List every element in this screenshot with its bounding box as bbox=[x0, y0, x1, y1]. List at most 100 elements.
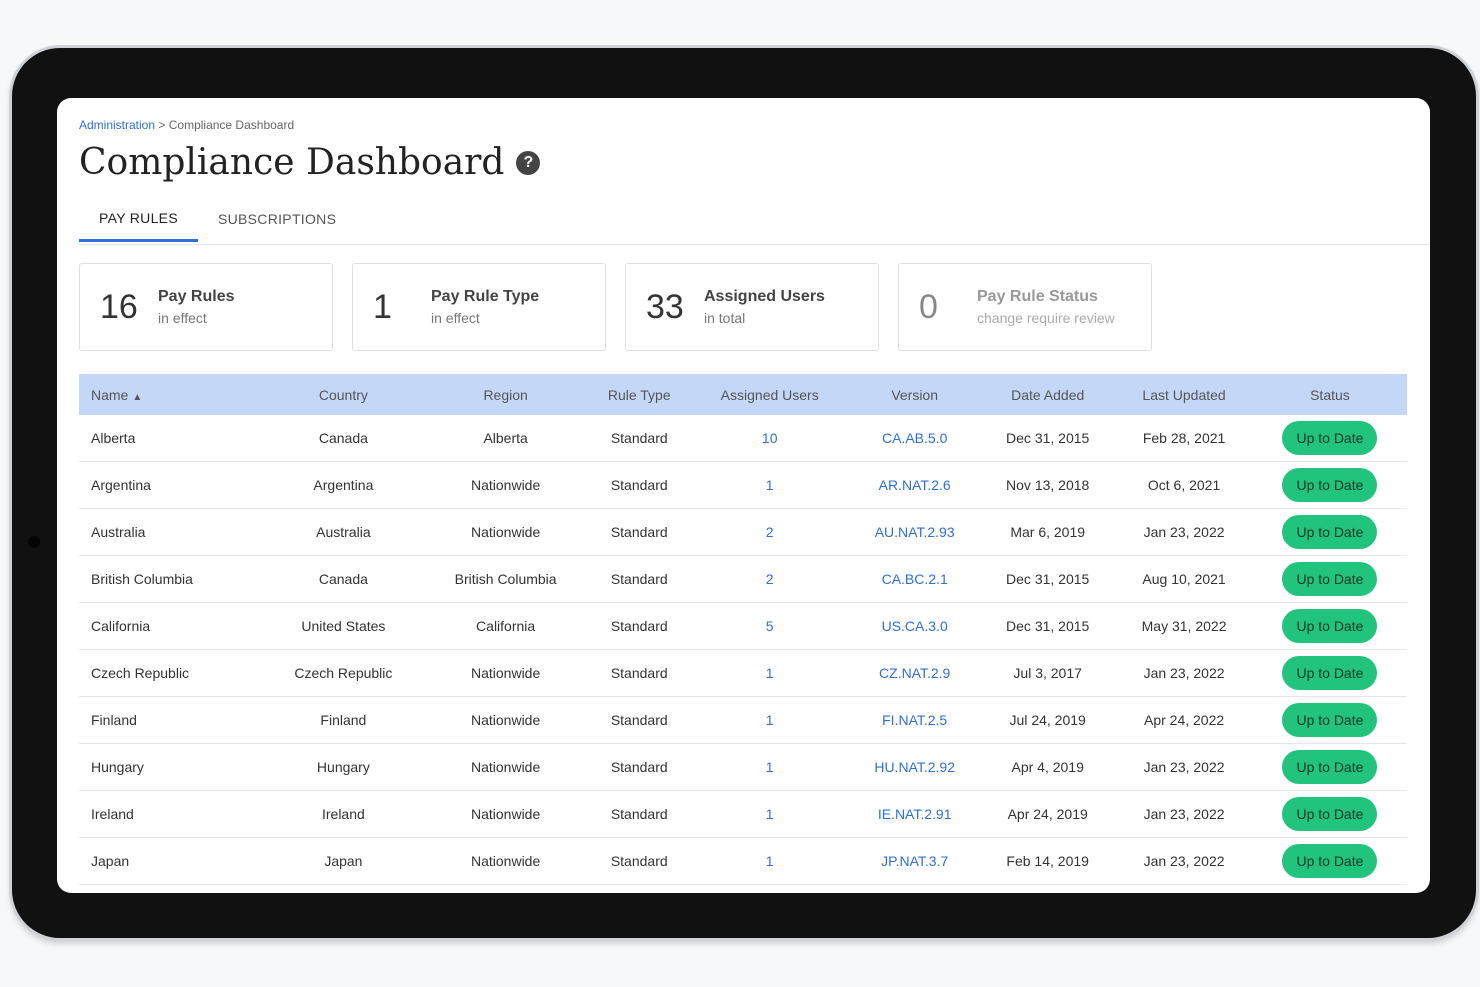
cell-country: Finland bbox=[263, 696, 423, 744]
cell-assigned-users: 2 bbox=[690, 555, 850, 603]
tablet-frame: Administration > Compliance Dashboard Co… bbox=[12, 48, 1476, 938]
help-icon[interactable]: ? bbox=[516, 150, 541, 175]
cell-last-updated: Jan 23, 2022 bbox=[1115, 508, 1253, 556]
cell-last-updated: Oct 6, 2021 bbox=[1115, 461, 1253, 509]
assigned-users-link[interactable]: 10 bbox=[762, 430, 778, 446]
version-link[interactable]: JP.NAT.3.7 bbox=[881, 853, 948, 869]
assigned-users-link[interactable]: 2 bbox=[766, 571, 774, 587]
cell-rule-type: Standard bbox=[588, 837, 691, 885]
column-header-version[interactable]: Version bbox=[849, 374, 981, 415]
cell-version: CZ.NAT.2.9 bbox=[849, 649, 981, 697]
version-link[interactable]: AR.NAT.2.6 bbox=[879, 477, 951, 493]
pay-rules-table: Name ▲ Country Region Rule Type Assigned … bbox=[79, 374, 1407, 885]
version-link[interactable]: AU.NAT.2.93 bbox=[875, 524, 955, 540]
cell-version: CA.BC.2.1 bbox=[849, 555, 981, 603]
status-badge[interactable]: Up to Date bbox=[1282, 609, 1378, 643]
breadcrumb-current: Compliance Dashboard bbox=[168, 118, 295, 132]
version-link[interactable]: CA.BC.2.1 bbox=[882, 571, 948, 587]
status-badge[interactable]: Up to Date bbox=[1282, 750, 1378, 784]
camera-dot bbox=[28, 536, 40, 548]
column-header-assigned-users[interactable]: Assigned Users bbox=[690, 374, 850, 415]
table-header-row: Name ▲ Country Region Rule Type Assigned … bbox=[79, 374, 1407, 415]
status-badge[interactable]: Up to Date bbox=[1282, 703, 1378, 737]
table-row[interactable]: Hungary Hungary Nationwide Standard 1 HU.NAT.… bbox=[79, 743, 1407, 791]
cell-status: Up to Date bbox=[1252, 555, 1407, 603]
column-header-date-added[interactable]: Date Added bbox=[980, 374, 1116, 415]
table-row[interactable]: Finland Finland Nationwide Standard 1 FI.NAT.… bbox=[79, 696, 1407, 744]
column-header-region[interactable]: Region bbox=[422, 374, 589, 415]
breadcrumb-separator: > bbox=[158, 118, 166, 132]
column-header-name[interactable]: Name ▲ bbox=[79, 374, 264, 415]
cell-rule-type: Standard bbox=[588, 743, 691, 791]
table-row[interactable]: Japan Japan Nationwide Standard 1 JP.NAT.3.7 F… bbox=[79, 837, 1407, 885]
table-row[interactable]: Argentina Argentina Nationwide Standard 1 AR.… bbox=[79, 461, 1407, 509]
assigned-users-link[interactable]: 1 bbox=[766, 853, 774, 869]
assigned-users-link[interactable]: 1 bbox=[766, 806, 774, 822]
cell-date-added: Nov 13, 2018 bbox=[980, 461, 1116, 509]
cell-name: Argentina bbox=[79, 461, 264, 509]
assigned-users-link[interactable]: 5 bbox=[766, 618, 774, 634]
cell-region: Nationwide bbox=[422, 696, 589, 744]
cell-date-added: Feb 14, 2019 bbox=[980, 837, 1116, 885]
cell-last-updated: Jan 23, 2022 bbox=[1115, 649, 1253, 697]
version-link[interactable]: HU.NAT.2.92 bbox=[874, 759, 955, 775]
version-link[interactable]: CZ.NAT.2.9 bbox=[879, 665, 950, 681]
cell-last-updated: Feb 28, 2021 bbox=[1115, 415, 1253, 462]
cell-version: HU.NAT.2.92 bbox=[849, 743, 981, 791]
status-badge[interactable]: Up to Date bbox=[1282, 421, 1378, 455]
cell-assigned-users: 1 bbox=[690, 649, 850, 697]
cell-rule-type: Standard bbox=[588, 649, 691, 697]
cell-rule-type: Standard bbox=[588, 555, 691, 603]
version-link[interactable]: US.CA.3.0 bbox=[882, 618, 948, 634]
cell-rule-type: Standard bbox=[588, 461, 691, 509]
column-header-last-updated[interactable]: Last Updated bbox=[1115, 374, 1253, 415]
cell-region: British Columbia bbox=[422, 555, 589, 603]
cell-name: Japan bbox=[79, 837, 264, 885]
card-label: Pay Rule Type bbox=[431, 288, 540, 305]
table-row[interactable]: Alberta Canada Alberta Standard 10 CA.AB.5.0 D… bbox=[79, 415, 1407, 462]
version-link[interactable]: FI.NAT.2.5 bbox=[882, 712, 947, 728]
cell-last-updated: Jan 23, 2022 bbox=[1115, 837, 1253, 885]
table-row[interactable]: British Columbia Canada British Columbia St… bbox=[79, 555, 1407, 603]
version-link[interactable]: CA.AB.5.0 bbox=[882, 430, 947, 446]
cell-country: Japan bbox=[263, 837, 423, 885]
card-number: 16 bbox=[100, 287, 138, 326]
status-badge[interactable]: Up to Date bbox=[1282, 562, 1378, 596]
cell-country: Hungary bbox=[263, 743, 423, 791]
breadcrumb-link-administration[interactable]: Administration bbox=[79, 118, 155, 132]
status-badge[interactable]: Up to Date bbox=[1282, 468, 1378, 502]
cell-last-updated: Apr 24, 2022 bbox=[1115, 696, 1253, 744]
column-header-status[interactable]: Status bbox=[1252, 374, 1407, 415]
cell-status: Up to Date bbox=[1252, 602, 1407, 650]
cell-name: Finland bbox=[79, 696, 264, 744]
assigned-users-link[interactable]: 1 bbox=[766, 759, 774, 775]
cell-region: Nationwide bbox=[422, 649, 589, 697]
cell-region: Nationwide bbox=[422, 743, 589, 791]
assigned-users-link[interactable]: 1 bbox=[766, 665, 774, 681]
assigned-users-link[interactable]: 1 bbox=[766, 477, 774, 493]
table-row[interactable]: California United States California Standar… bbox=[79, 602, 1407, 650]
column-header-rule-type[interactable]: Rule Type bbox=[588, 374, 691, 415]
card-sub: in effect bbox=[158, 310, 207, 326]
cell-date-added: Mar 6, 2019 bbox=[980, 508, 1116, 556]
status-badge[interactable]: Up to Date bbox=[1282, 656, 1378, 690]
status-badge[interactable]: Up to Date bbox=[1282, 844, 1378, 878]
table-row[interactable]: Czech Republic Czech Republic Nationwide St… bbox=[79, 649, 1407, 697]
cell-rule-type: Standard bbox=[588, 790, 691, 838]
table-row[interactable]: Ireland Ireland Nationwide Standard 1 IE.NAT.… bbox=[79, 790, 1407, 838]
card-assigned-users: 33 Assigned Users in total bbox=[625, 263, 879, 351]
cell-date-added: Dec 31, 2015 bbox=[980, 415, 1116, 462]
assigned-users-link[interactable]: 1 bbox=[766, 712, 774, 728]
cell-assigned-users: 1 bbox=[690, 461, 850, 509]
cell-country: Czech Republic bbox=[263, 649, 423, 697]
assigned-users-link[interactable]: 2 bbox=[766, 524, 774, 540]
status-badge[interactable]: Up to Date bbox=[1282, 515, 1378, 549]
cell-name: Hungary bbox=[79, 743, 264, 791]
tab-pay-rules[interactable]: PAY RULES bbox=[79, 196, 198, 242]
status-badge[interactable]: Up to Date bbox=[1282, 797, 1378, 831]
cell-assigned-users: 1 bbox=[690, 837, 850, 885]
column-header-country[interactable]: Country bbox=[263, 374, 423, 415]
table-row[interactable]: Australia Australia Nationwide Standard 2 AU.… bbox=[79, 508, 1407, 556]
tab-subscriptions[interactable]: SUBSCRIPTIONS bbox=[198, 196, 356, 242]
version-link[interactable]: IE.NAT.2.91 bbox=[878, 806, 952, 822]
